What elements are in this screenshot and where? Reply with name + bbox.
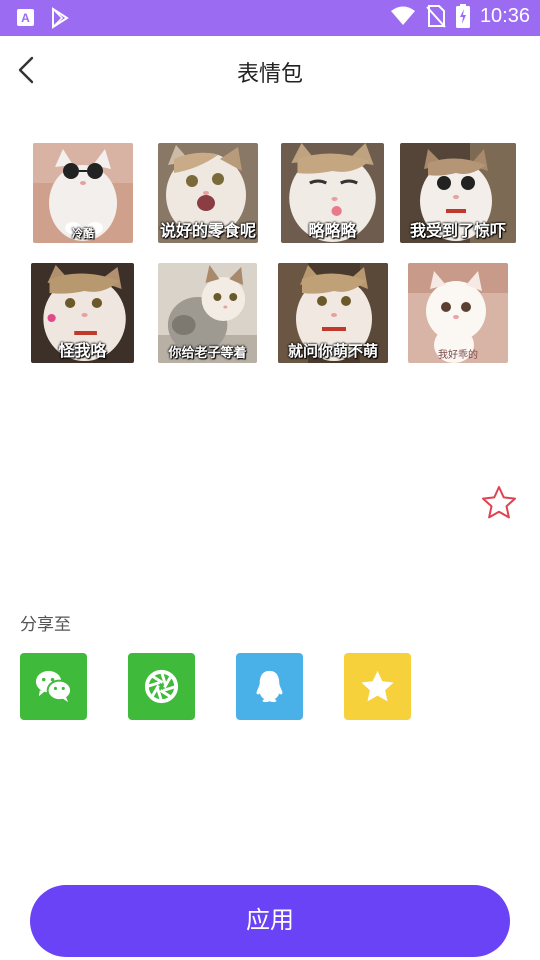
sticker-item[interactable]: 冷酷 bbox=[33, 143, 133, 243]
star-outline-icon[interactable] bbox=[480, 484, 518, 522]
share-qq-button[interactable] bbox=[236, 653, 303, 720]
sticker-caption: 说好的零食呢 bbox=[159, 221, 256, 240]
sticker-caption: 冷酷 bbox=[72, 227, 94, 240]
sticker-item[interactable]: 你给老子等着 bbox=[158, 263, 257, 363]
moments-icon bbox=[144, 669, 179, 704]
favorites-star-icon bbox=[361, 670, 394, 702]
share-label: 分享至 bbox=[20, 615, 71, 635]
sticker-caption: 就问你萌不萌 bbox=[287, 342, 378, 360]
sticker-item[interactable]: 就问你萌不萌 bbox=[278, 263, 388, 363]
sticker-caption: 略略略 bbox=[308, 221, 357, 240]
sticker-item[interactable]: 怪我咯 bbox=[31, 263, 134, 363]
wechat-icon bbox=[35, 670, 73, 703]
sticker-caption: 你给老子等着 bbox=[168, 346, 247, 361]
sticker-caption: 我好乖的 bbox=[438, 350, 478, 361]
qq-icon bbox=[256, 670, 283, 703]
share-moments-button[interactable] bbox=[128, 653, 195, 720]
sticker-caption: 怪我咯 bbox=[58, 341, 107, 360]
sticker-item[interactable]: 略略略 bbox=[281, 143, 384, 243]
sticker-grid: 冷酷 说好的零食呢 略略略 我受到了惊吓 怪我咯 你给老子等着 就问你萌不萌 我… bbox=[0, 0, 540, 380]
apply-button[interactable]: 应用 bbox=[30, 885, 510, 957]
sticker-item[interactable]: 我好乖的 bbox=[408, 263, 508, 363]
sticker-item[interactable]: 我受到了惊吓 bbox=[400, 143, 516, 243]
sticker-item[interactable]: 说好的零食呢 bbox=[158, 143, 258, 243]
sticker-caption: 我受到了惊吓 bbox=[409, 221, 506, 240]
share-favorites-button[interactable] bbox=[344, 653, 411, 720]
share-wechat-button[interactable] bbox=[20, 653, 87, 720]
